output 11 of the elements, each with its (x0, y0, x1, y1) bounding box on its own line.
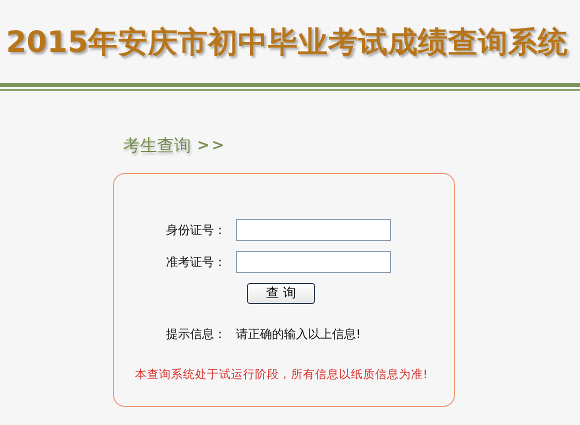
field-label: 身份证号： (165, 222, 227, 238)
notice-text: 本查询系统处于试运行阶段，所有信息以纸质信息为准! (134, 366, 429, 382)
section-title: 考生查询 (123, 134, 191, 156)
field-label: 准考证号： (165, 254, 227, 270)
page-title: 2015年安庆市初中毕业考试成绩查询系统 (6, 24, 568, 61)
input-field[interactable] (236, 219, 391, 241)
hint-text: 请正确的输入以上信息! (236, 326, 361, 342)
hint-label: 提示信息： (165, 326, 227, 342)
query-button[interactable]: 查 询 (247, 282, 315, 304)
arrows: >> (197, 136, 226, 154)
input-field[interactable] (236, 251, 391, 273)
